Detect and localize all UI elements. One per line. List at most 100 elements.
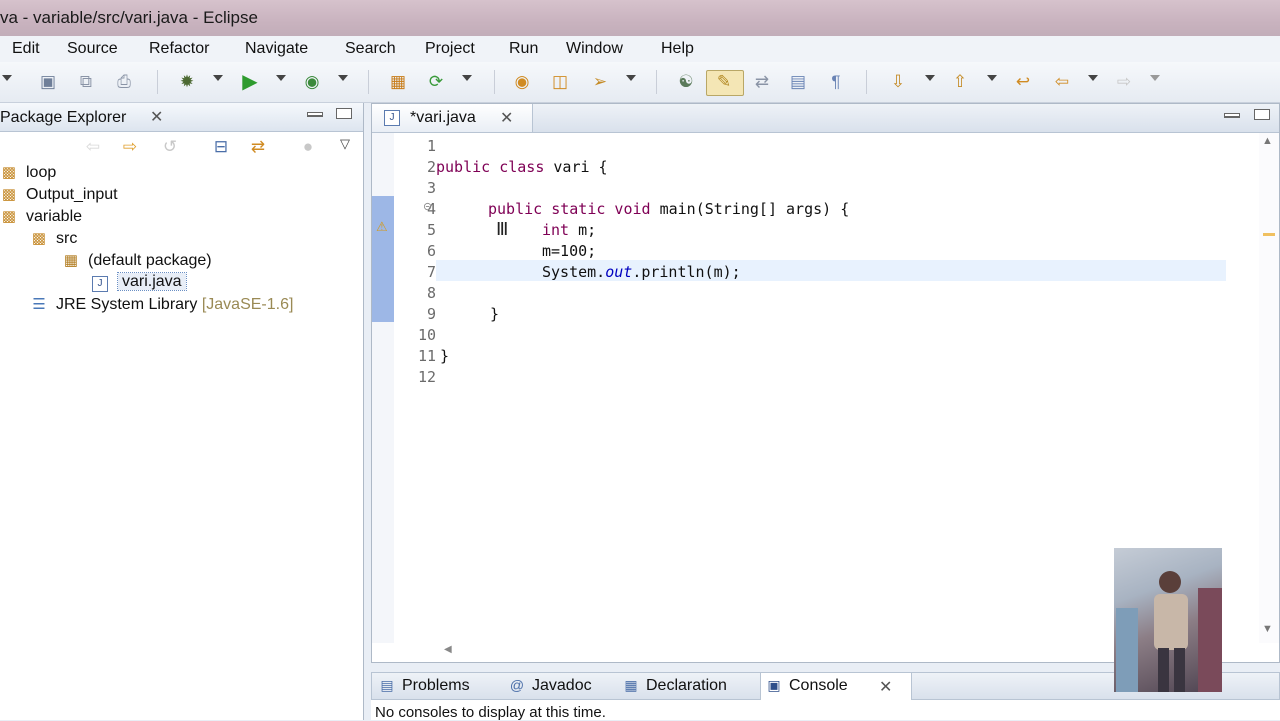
code-line-11: } (440, 347, 449, 368)
tab-problems[interactable]: ▤ Problems (378, 677, 470, 695)
scroll-up-icon[interactable]: ▲ (1262, 135, 1273, 147)
forward-dropdown-icon[interactable] (1150, 75, 1160, 81)
line-number: 2 (426, 158, 436, 176)
package-explorer-toolbar: ⇦ ⇨ ↺ ⊟ ⇄ ● ▽ (0, 132, 363, 162)
new-java-project-icon[interactable]: ▦ (388, 72, 408, 92)
word-wrap-icon[interactable]: ▤ (788, 72, 808, 92)
forward-icon[interactable]: ⇨ (1114, 72, 1134, 92)
tree-item-jre-system-library[interactable]: ☰ JRE System Library [JavaSE-1.6] (28, 295, 293, 317)
tree-item-variable[interactable]: ▩ variable (0, 207, 82, 229)
minimize-icon[interactable] (1224, 113, 1240, 118)
open-type-icon[interactable]: ◉ (512, 72, 532, 92)
code-line-9: } (490, 305, 499, 326)
warning-overview-marker[interactable] (1263, 233, 1275, 236)
menu-source[interactable]: Source (67, 40, 118, 58)
tab-label: Problems (402, 677, 470, 694)
annotation-ruler[interactable]: ⚠ (372, 133, 394, 643)
toolbar-separator (866, 70, 867, 94)
block-selection-icon[interactable]: ⇄ (752, 72, 772, 92)
mark-occurrences-icon[interactable]: ✎ (714, 72, 734, 92)
tree-item-default-package[interactable]: ▦ (default package) (60, 251, 212, 273)
warning-marker-icon[interactable]: ⚠ (376, 219, 388, 235)
link-with-editor-icon[interactable]: ⇄ (248, 137, 268, 157)
static-field-token: out (605, 263, 633, 281)
tree-item-label: src (56, 230, 78, 247)
menu-help[interactable]: Help (661, 40, 694, 58)
debug-icon[interactable]: ✹ (177, 72, 197, 92)
close-view-icon[interactable]: ✕ (150, 107, 163, 127)
maximize-icon[interactable] (1254, 109, 1270, 120)
tab-console[interactable]: ▣ Console ✕ (760, 673, 912, 700)
overview-ruler[interactable]: ▲ ▼ (1259, 133, 1279, 643)
menu-navigate[interactable]: Navigate (245, 40, 308, 58)
close-tab-icon[interactable]: ✕ (500, 108, 513, 128)
up-icon[interactable]: ↺ (160, 137, 180, 157)
open-folder-icon[interactable]: ◫ (550, 72, 570, 92)
line-number: 9 (426, 305, 436, 323)
last-edit-location-icon[interactable]: ↩ (1013, 72, 1033, 92)
external-tools-icon[interactable]: ◉ (302, 72, 322, 92)
debug-dropdown-icon[interactable] (213, 75, 223, 81)
tree-item-loop[interactable]: ▩ loop (0, 163, 56, 185)
horizontal-scrollbar[interactable]: ◀ (436, 644, 1226, 658)
code-token: .println(m); (632, 263, 741, 281)
new-class-icon[interactable]: ⟳ (426, 72, 446, 92)
tab-javadoc[interactable]: @ Javadoc (508, 677, 592, 695)
next-annotation-dropdown-icon[interactable] (925, 75, 935, 81)
package-icon: ▦ (63, 252, 79, 269)
tree-item-vari-java[interactable]: Jvari.java (92, 272, 187, 295)
code-text-area[interactable]: public class vari { public static void m… (436, 133, 1226, 643)
scroll-down-icon[interactable]: ▼ (1262, 623, 1273, 635)
editor-tab-vari-java[interactable]: J *vari.java ✕ (372, 104, 533, 132)
menu-bar: Edit Source Refactor Navigate Search Pro… (0, 36, 1280, 63)
menu-refactor[interactable]: Refactor (149, 40, 209, 58)
previous-annotation-icon[interactable]: ⇧ (950, 72, 970, 92)
show-whitespace-icon[interactable]: ¶ (826, 72, 846, 92)
toggle-breadcrumb-icon[interactable]: ☯ (676, 72, 696, 92)
tree-item-output-input[interactable]: ▩ Output_input (0, 185, 118, 207)
search-tool-icon[interactable]: ➢ (590, 72, 610, 92)
new-dropdown-icon[interactable] (2, 75, 12, 81)
next-annotation-icon[interactable]: ⇩ (888, 72, 908, 92)
menu-search[interactable]: Search (345, 40, 396, 58)
window-titlebar: va - variable/src/vari.java - Eclipse (0, 0, 1280, 37)
run-icon[interactable]: ▶ (240, 72, 260, 92)
menu-edit[interactable]: Edit (12, 40, 40, 58)
new-class-dropdown-icon[interactable] (462, 75, 472, 81)
fold-collapse-icon[interactable]: ⊝ (423, 200, 432, 213)
back-icon[interactable]: ⇦ (1052, 72, 1072, 92)
filters-icon[interactable]: ● (298, 137, 318, 157)
save-all-icon[interactable]: ⧉ (76, 72, 96, 92)
save-icon[interactable]: ▣ (38, 72, 58, 92)
menu-run[interactable]: Run (509, 40, 538, 58)
run-dropdown-icon[interactable] (276, 75, 286, 81)
minimize-icon[interactable] (307, 112, 323, 117)
line-number: 6 (426, 242, 436, 260)
maximize-icon[interactable] (336, 108, 352, 119)
line-number: 7 (426, 263, 436, 281)
tree-item-label: (default package) (88, 252, 212, 269)
back-dropdown-icon[interactable] (1088, 75, 1098, 81)
code-line-6: m=100; (542, 242, 596, 263)
scroll-left-icon[interactable]: ◀ (444, 644, 452, 655)
view-menu-icon[interactable]: ▽ (335, 134, 355, 154)
previous-annotation-dropdown-icon[interactable] (987, 75, 997, 81)
search-dropdown-icon[interactable] (626, 75, 636, 81)
back-icon[interactable]: ⇦ (83, 137, 103, 157)
editor-tab-label: *vari.java (410, 109, 476, 126)
collapse-all-icon[interactable]: ⊟ (211, 137, 231, 157)
quick-diff-change-bar (372, 196, 394, 322)
forward-icon[interactable]: ⇨ (120, 137, 140, 157)
console-message: No consoles to display at this time. (371, 700, 1280, 721)
line-number: 1 (426, 137, 436, 155)
external-tools-dropdown-icon[interactable] (338, 75, 348, 81)
menu-project[interactable]: Project (425, 40, 475, 58)
tree-item-label: Output_input (26, 186, 118, 203)
tree-item-src[interactable]: ▩ src (28, 229, 77, 251)
tree-item-label: vari.java (117, 272, 187, 291)
print-icon[interactable]: ⎙ (114, 72, 134, 92)
close-console-icon[interactable]: ✕ (879, 677, 892, 697)
package-explorer-title[interactable]: Package Explorer (0, 109, 126, 127)
menu-window[interactable]: Window (566, 40, 623, 58)
tab-declaration[interactable]: ▦ Declaration (622, 677, 727, 695)
